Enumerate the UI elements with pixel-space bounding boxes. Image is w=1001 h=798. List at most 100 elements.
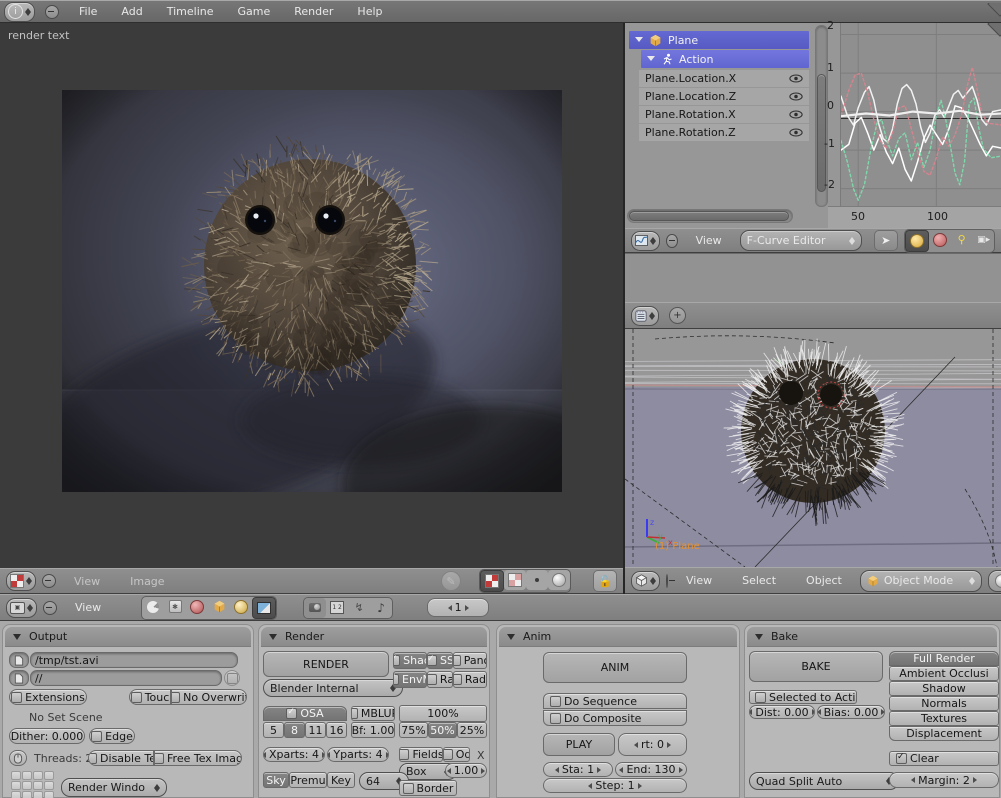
premul-button[interactable]: Premu — [289, 772, 327, 788]
shadow-toggle[interactable]: Shad — [393, 652, 427, 669]
key-button[interactable]: Key — [327, 772, 355, 788]
dot-icon[interactable] — [526, 570, 548, 590]
scrollbar-thumb[interactable] — [817, 74, 826, 192]
panel-collapse-icon[interactable] — [755, 634, 763, 644]
file-browse-button[interactable] — [9, 670, 29, 686]
bf-slider[interactable]: Bf: 1.00 — [351, 722, 395, 738]
osa-8-button[interactable]: 8 — [284, 722, 305, 738]
menu-game[interactable]: Game — [226, 5, 283, 18]
channel-row[interactable]: Plane.Rotation.Z — [639, 124, 809, 141]
channel-row[interactable]: Plane.Location.Z — [639, 88, 809, 105]
no-set-scene-label[interactable]: No Set Scene — [29, 711, 103, 724]
ray-toggle[interactable]: Ra — [427, 671, 453, 688]
disclosure-triangle-icon[interactable] — [635, 37, 643, 46]
fields-toggle[interactable]: Fields — [399, 747, 443, 762]
editor-mode-dropdown[interactable]: F-Curve Editor — [740, 230, 862, 251]
radio-toggle[interactable]: Radi — [453, 671, 487, 688]
output-panel-header[interactable]: Output — [5, 627, 251, 647]
script-context-icon[interactable]: ✱ — [164, 597, 186, 617]
margin-field[interactable]: Margin: 2 — [889, 772, 999, 788]
fields-x-label[interactable]: X — [477, 749, 485, 762]
mblur-toggle[interactable]: MBLUR — [351, 706, 395, 721]
size-25-button[interactable]: 25% — [457, 722, 487, 738]
outliner-object-row[interactable]: Plane — [629, 31, 809, 49]
menu-add[interactable]: Add — [109, 5, 154, 18]
editor-type-3dview[interactable] — [631, 571, 660, 591]
editor-type-buttons[interactable]: ▣ — [6, 598, 37, 618]
menu-object[interactable]: Object — [794, 574, 854, 587]
panel-collapse-icon[interactable] — [269, 634, 277, 644]
border-toggle[interactable]: Border — [399, 780, 457, 796]
bias-field[interactable]: Bias: 0.00 — [817, 705, 885, 719]
sphere-preview-icon[interactable] — [548, 570, 570, 590]
odd-toggle[interactable]: Od — [443, 747, 470, 762]
screen-layout-grid[interactable] — [11, 771, 54, 798]
fcurve-chart[interactable] — [840, 23, 1001, 206]
filter-size-field[interactable]: 1.00 — [445, 763, 487, 778]
logic-context-icon[interactable] — [142, 597, 164, 617]
viewport-shading-dropdown[interactable] — [988, 570, 1001, 592]
yparts-field[interactable]: Yparts: 4 — [327, 747, 389, 762]
window-type-menu[interactable]: i — [4, 2, 35, 22]
edge-toggle[interactable]: Edge — [89, 728, 135, 744]
image-new-icon[interactable] — [504, 570, 526, 590]
free-tex-toggle[interactable]: Free Tex Imag — [154, 750, 242, 766]
cursor-tool-icon[interactable]: ➤ — [874, 230, 898, 251]
shading-context-icon[interactable] — [186, 597, 208, 617]
bake-mode-full-render[interactable]: Full Render — [889, 651, 999, 666]
osa-toggle[interactable]: OSA — [263, 706, 347, 721]
eye-icon[interactable] — [789, 92, 803, 101]
size-75-button[interactable]: 75% — [399, 722, 428, 738]
mouse-icon[interactable] — [9, 750, 27, 766]
no-overwrite-toggle[interactable]: No Overwrit — [171, 689, 247, 705]
add-new-icon[interactable]: + — [669, 307, 686, 324]
selected-to-active-toggle[interactable]: Selected to Active — [749, 690, 857, 704]
sound-context-icon[interactable]: ♪ — [370, 598, 392, 618]
filter-shading-icon[interactable] — [929, 230, 951, 250]
play-button[interactable]: PLAY — [543, 733, 615, 756]
filter-lamp-icon[interactable]: ⚲ — [951, 230, 973, 250]
frame-number-field[interactable]: 1 — [427, 598, 489, 617]
draw-tool-icon[interactable]: ✎ — [441, 571, 461, 591]
disclosure-triangle-icon[interactable] — [647, 56, 655, 65]
disable-tex-toggle[interactable]: Disable Te — [88, 750, 154, 766]
menu-view[interactable]: View — [684, 234, 734, 247]
decrement-icon[interactable] — [445, 605, 452, 611]
collapse-menus-icon[interactable] — [43, 601, 57, 615]
image-pin-icon[interactable] — [480, 570, 504, 592]
dither-slider[interactable]: Dither: 0.000 — [9, 728, 85, 744]
material-context-icon[interactable] — [230, 597, 252, 617]
eye-icon[interactable] — [789, 110, 803, 119]
bake-panel-header[interactable]: Bake — [747, 627, 997, 647]
menu-view[interactable]: View — [674, 574, 724, 587]
filter-camera-icon[interactable]: ▣▸ — [973, 230, 995, 250]
sta-field[interactable]: Sta: 1 — [543, 762, 613, 777]
render-button[interactable]: RENDER — [263, 651, 389, 677]
pano-toggle[interactable]: Pano — [453, 652, 487, 669]
end-field[interactable]: End: 130 — [615, 762, 687, 777]
menu-timeline[interactable]: Timeline — [155, 5, 226, 18]
menu-image[interactable]: Image — [118, 575, 176, 588]
editor-type-text[interactable] — [631, 306, 659, 326]
backbuf-toggle-icon[interactable] — [224, 670, 240, 686]
channel-row[interactable]: Plane.Rotation.X — [639, 106, 809, 123]
touch-toggle[interactable]: Touc — [129, 689, 171, 705]
collapse-menus-icon[interactable] — [666, 234, 678, 248]
bake-mode-shadow[interactable]: Shadow — [889, 681, 999, 696]
collapse-menus-icon[interactable] — [666, 574, 668, 588]
lock-icon[interactable]: 🔓 — [593, 570, 617, 592]
backbuf-path-field[interactable]: // — [30, 670, 222, 686]
menu-file[interactable]: File — [67, 5, 109, 18]
bake-mode-ao[interactable]: Ambient Occlusi — [889, 666, 999, 681]
filter-material-icon[interactable] — [905, 230, 929, 252]
quad-split-dropdown[interactable]: Quad Split Auto — [749, 772, 899, 790]
collapse-menus-icon[interactable] — [45, 5, 59, 19]
scrollbar-thumb[interactable] — [629, 211, 789, 221]
menu-select[interactable]: Select — [730, 574, 788, 587]
menu-view[interactable]: View — [62, 575, 112, 588]
channel-row[interactable]: Plane.Location.X — [639, 70, 809, 87]
anim-panel-header[interactable]: Anim — [499, 627, 737, 647]
render-display-dropdown[interactable]: Render Windo — [61, 778, 167, 797]
bake-mode-textures[interactable]: Textures — [889, 711, 999, 726]
dist-field[interactable]: Dist: 0.00 — [749, 705, 815, 719]
